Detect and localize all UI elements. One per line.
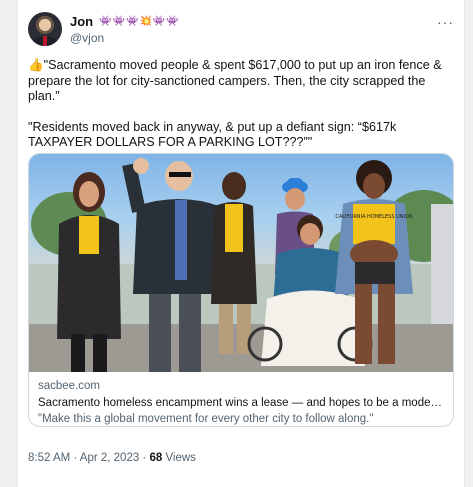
author-emojis: 👾👾👾💥👾👾 bbox=[99, 16, 180, 27]
avatar[interactable] bbox=[28, 12, 62, 46]
shirt-text: CALIFORNIA HOMELESS UNION bbox=[335, 214, 413, 220]
photo-illustration: CALIFORNIA HOMELESS UNION bbox=[29, 158, 453, 372]
link-description: "Make this a global movement for every o… bbox=[38, 413, 374, 425]
author-name[interactable]: Jon bbox=[70, 14, 93, 29]
timestamp[interactable]: 8:52 AM · Apr 2, 2023 · bbox=[28, 452, 149, 464]
author-handle[interactable]: @vjon bbox=[70, 31, 104, 45]
tweet-paragraph-2: "Residents moved back in anyway, & put u… bbox=[28, 119, 397, 150]
views-count: 68 bbox=[149, 452, 163, 464]
tweet-paragraph-1: 👍"Sacramento moved people & spent $617,0… bbox=[28, 58, 442, 104]
tweet-card: Jon 👾👾👾💥👾👾 @vjon ··· 👍"Sacramento moved … bbox=[17, 0, 465, 487]
author-name-line[interactable]: Jon 👾👾👾💥👾👾 bbox=[70, 14, 180, 29]
tweet-metadata: 8:52 AM · Apr 2, 2023 · 68 Views bbox=[28, 452, 196, 464]
link-headline[interactable]: Sacramento homeless encampment wins a le… bbox=[38, 397, 442, 409]
article-photo[interactable]: CALIFORNIA HOMELESS UNION bbox=[29, 154, 453, 372]
views-label: Views bbox=[162, 452, 196, 464]
link-domain[interactable]: sacbee.com bbox=[38, 380, 100, 392]
more-options-icon[interactable]: ··· bbox=[437, 14, 454, 30]
avatar-tie bbox=[43, 36, 47, 46]
tweet-text: 👍"Sacramento moved people & spent $617,0… bbox=[28, 58, 456, 166]
link-card[interactable]: CALIFORNIA HOMELESS UNION sacbee.com Sac… bbox=[28, 153, 454, 427]
